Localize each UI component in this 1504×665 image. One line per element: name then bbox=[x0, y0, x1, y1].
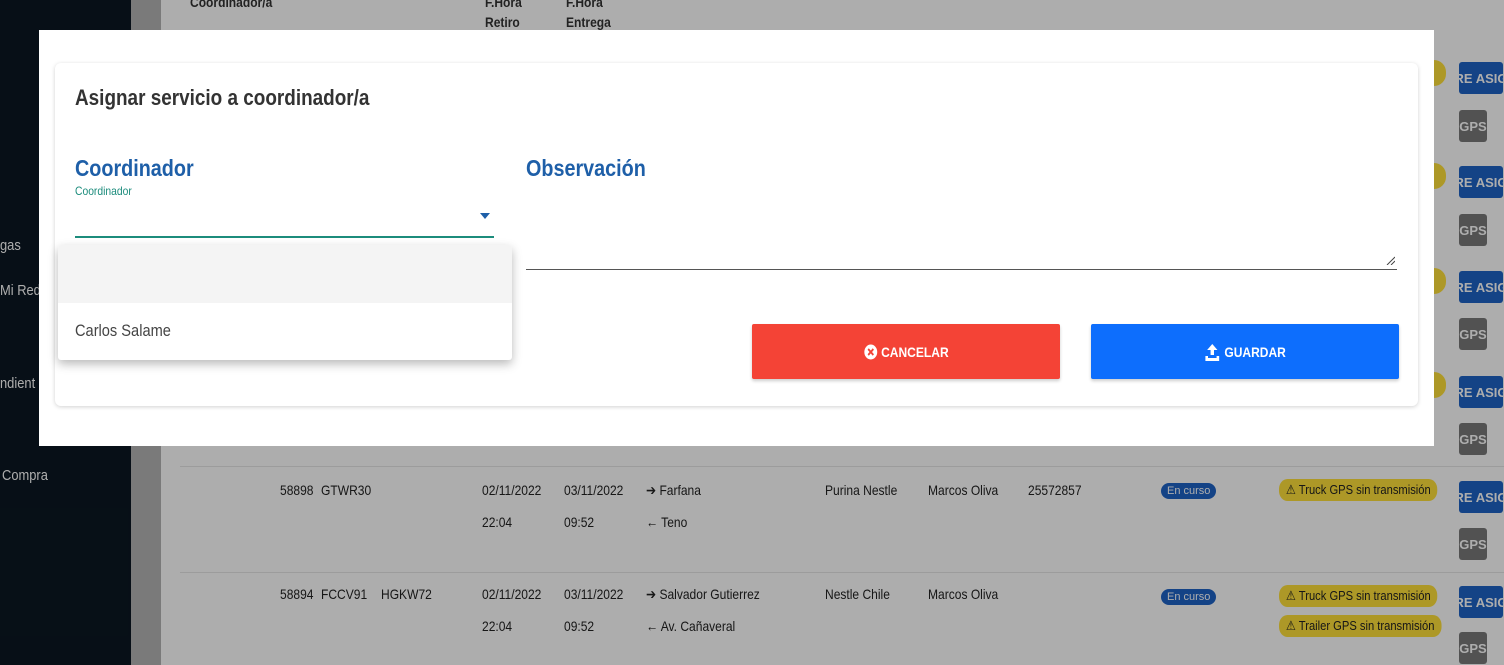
dropdown-option[interactable]: Carlos Salame bbox=[58, 303, 512, 360]
save-button[interactable]: GUARDAR bbox=[1091, 324, 1399, 379]
save-button-label: GUARDAR bbox=[1224, 343, 1287, 360]
coordinador-dropdown-menu: Carlos Salame bbox=[58, 245, 512, 360]
resize-handle-icon[interactable] bbox=[1385, 255, 1395, 265]
dropdown-option-label: Carlos Salame bbox=[75, 321, 171, 340]
upload-icon bbox=[1205, 343, 1220, 361]
caret-down-icon bbox=[480, 213, 490, 219]
modal-title: Asignar servicio a coordinador/a bbox=[75, 85, 370, 110]
assign-modal: Asignar servicio a coordinador/a Coordin… bbox=[39, 30, 1434, 446]
save-button-content: GUARDAR bbox=[1204, 342, 1286, 362]
dropdown-option-empty[interactable] bbox=[58, 245, 512, 303]
observacion-label: Observación bbox=[526, 155, 646, 181]
coordinador-field-label: Coordinador bbox=[75, 184, 132, 198]
cancel-button[interactable]: CANCELAR bbox=[752, 324, 1060, 379]
cancel-button-content: CANCELAR bbox=[864, 343, 949, 360]
cancel-button-label: CANCELAR bbox=[880, 343, 949, 360]
coordinador-select[interactable] bbox=[75, 203, 494, 238]
close-circle-icon bbox=[864, 344, 877, 359]
observacion-textarea[interactable] bbox=[526, 203, 1397, 270]
coordinador-label: Coordinador bbox=[75, 155, 194, 181]
